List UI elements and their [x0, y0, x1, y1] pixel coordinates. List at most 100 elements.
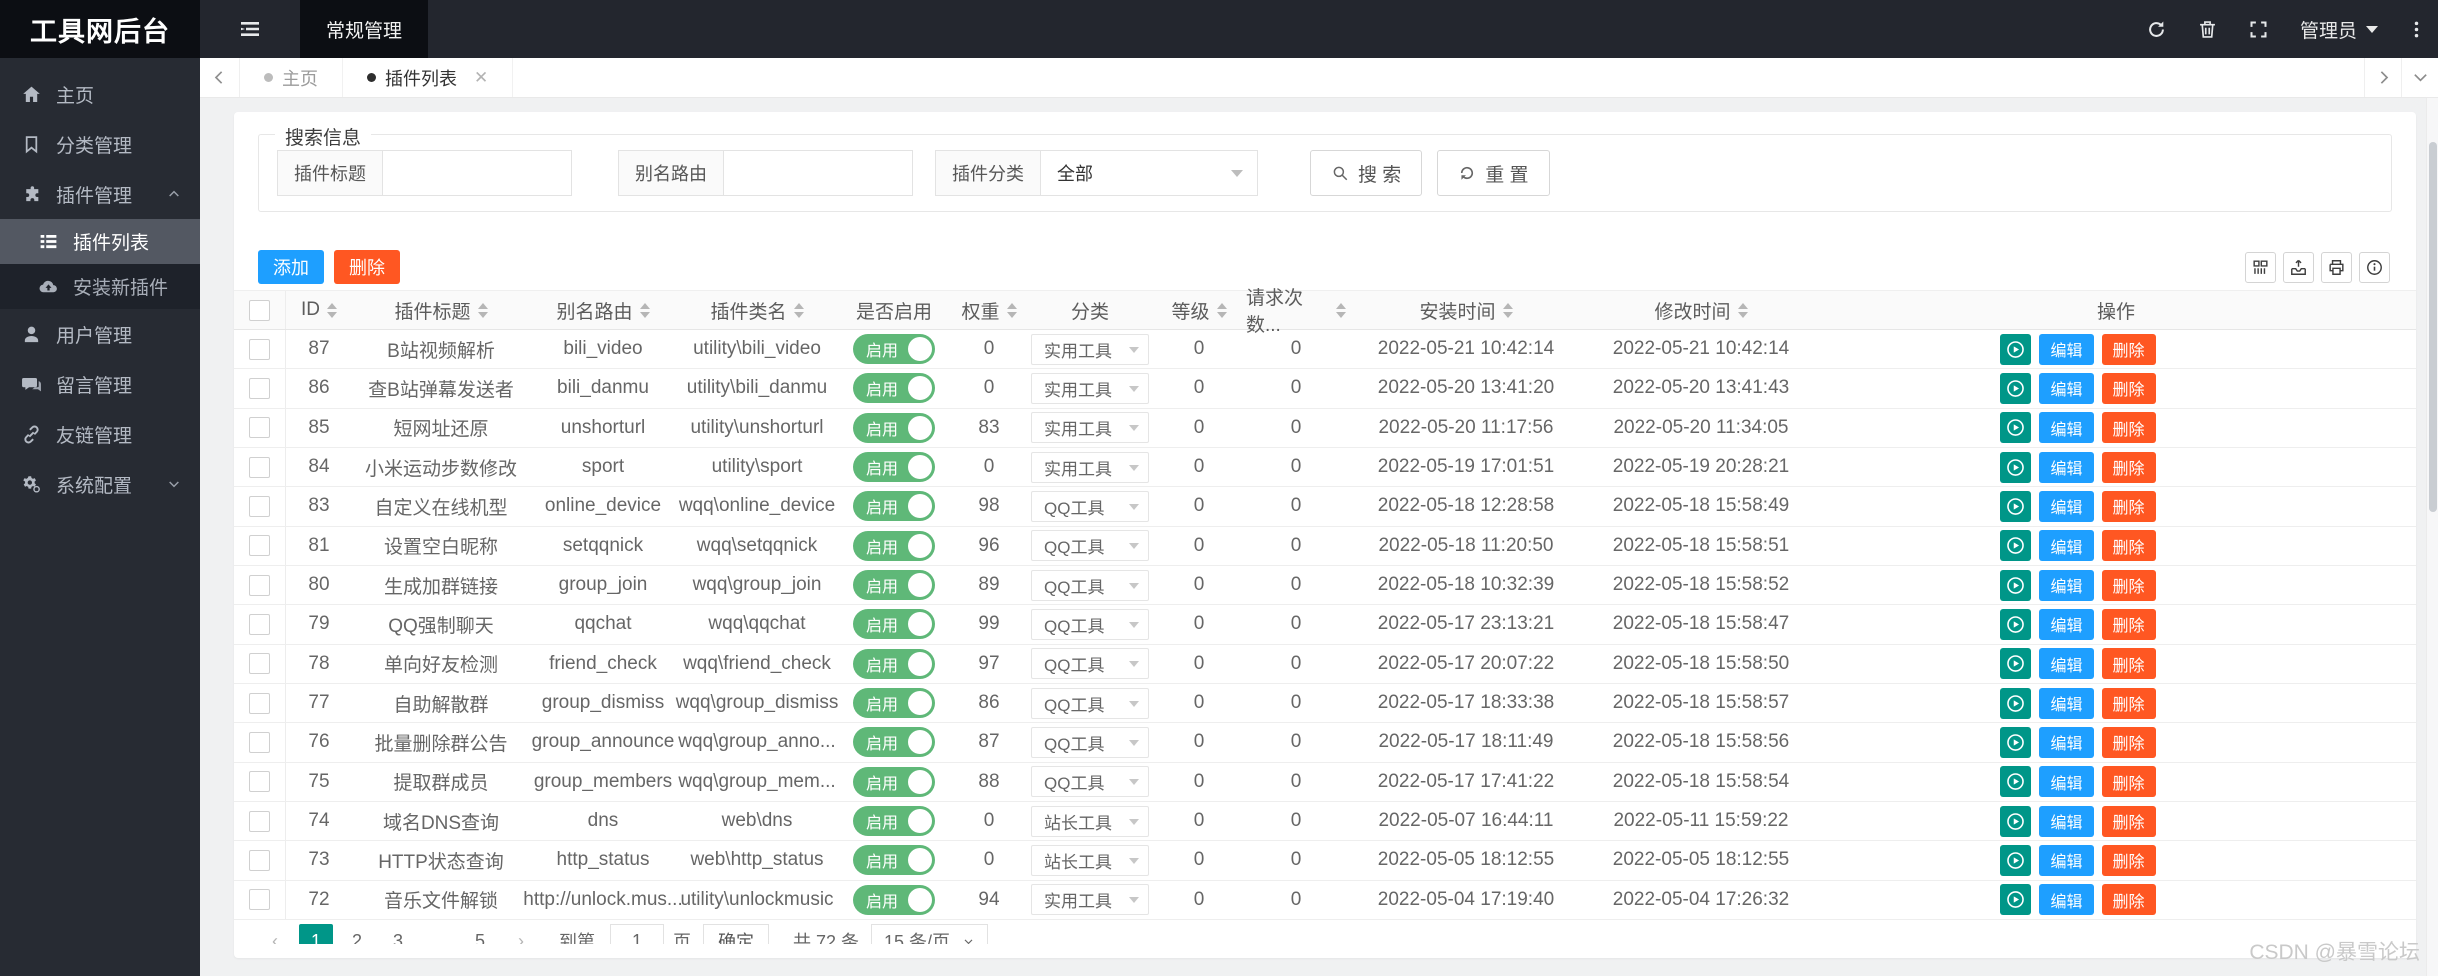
enable-toggle[interactable]: 启用 [853, 412, 935, 443]
delete-button[interactable]: 删除 [2101, 372, 2156, 404]
delete-selected-button[interactable]: 删除 [334, 250, 400, 284]
sidebar-item-friendlink[interactable]: 友链管理 [0, 409, 200, 459]
sidebar-collapse-button[interactable] [200, 0, 300, 58]
next-page-button[interactable]: › [504, 924, 538, 944]
edit-button[interactable]: 编辑 [2039, 490, 2094, 522]
run-plugin-button[interactable] [2000, 490, 2032, 522]
select-all-checkbox[interactable] [249, 299, 270, 321]
row-checkbox[interactable] [249, 535, 270, 557]
run-plugin-button[interactable] [2000, 530, 2032, 562]
sort-icon[interactable] [1336, 302, 1346, 318]
run-plugin-button[interactable] [2000, 333, 2032, 365]
info-button[interactable] [2359, 251, 2390, 283]
category-select[interactable]: 实用工具 [1031, 412, 1149, 444]
sidebar-item-plugin[interactable]: 插件管理 [0, 169, 200, 219]
row-checkbox[interactable] [249, 377, 270, 399]
category-select[interactable]: 实用工具 [1031, 333, 1149, 365]
row-checkbox[interactable] [249, 731, 270, 753]
edit-button[interactable]: 编辑 [2039, 412, 2094, 444]
category-select[interactable]: QQ工具 [1031, 726, 1149, 758]
filter-columns-button[interactable] [2245, 251, 2276, 283]
sort-icon[interactable] [1006, 302, 1017, 318]
enable-toggle[interactable]: 启用 [853, 530, 935, 561]
edit-button[interactable]: 编辑 [2039, 608, 2094, 640]
enable-toggle[interactable]: 启用 [853, 845, 935, 876]
run-plugin-button[interactable] [2000, 372, 2032, 404]
per-page-select[interactable]: 15 条/页 [871, 924, 989, 944]
edit-button[interactable]: 编辑 [2039, 530, 2094, 562]
category-select[interactable]: 实用工具 [1031, 884, 1149, 916]
column-header-weight[interactable]: 权重 [950, 291, 1028, 329]
page-5-button[interactable]: 5 [463, 924, 497, 944]
close-icon[interactable]: ✕ [474, 68, 488, 88]
delete-button[interactable]: 删除 [2101, 884, 2156, 916]
sidebar-item-system[interactable]: 系统配置 [0, 459, 200, 509]
run-plugin-button[interactable] [2000, 844, 2032, 876]
sidebar-item-plugin-install[interactable]: 安装新插件 [0, 264, 200, 309]
run-plugin-button[interactable] [2000, 805, 2032, 837]
sort-icon[interactable] [1502, 302, 1513, 318]
delete-button[interactable]: 删除 [2101, 412, 2156, 444]
enable-toggle[interactable]: 启用 [853, 727, 935, 758]
admin-dropdown[interactable]: 管理员 [2284, 0, 2394, 58]
delete-button[interactable]: 删除 [2101, 451, 2156, 483]
delete-button[interactable]: 删除 [2101, 608, 2156, 640]
enable-toggle[interactable]: 启用 [853, 806, 935, 837]
edit-button[interactable]: 编辑 [2039, 687, 2094, 719]
enable-toggle[interactable]: 启用 [853, 609, 935, 640]
row-checkbox[interactable] [249, 456, 270, 478]
run-plugin-button[interactable] [2000, 608, 2032, 640]
refresh-button[interactable] [2131, 0, 2182, 58]
enable-toggle[interactable]: 启用 [853, 373, 935, 404]
reset-button[interactable]: 重 置 [1437, 150, 1550, 196]
edit-button[interactable]: 编辑 [2039, 451, 2094, 483]
row-checkbox[interactable] [249, 495, 270, 517]
plugin-category-select[interactable]: 全部 [1040, 150, 1258, 196]
enable-toggle[interactable]: 启用 [853, 766, 935, 797]
page-scrollbar[interactable] [2426, 98, 2438, 976]
clear-cache-button[interactable] [2182, 0, 2233, 58]
enable-toggle[interactable]: 启用 [853, 570, 935, 601]
category-select[interactable]: QQ工具 [1031, 569, 1149, 601]
column-header-installed[interactable]: 安装时间 [1346, 291, 1586, 329]
row-checkbox[interactable] [249, 338, 270, 360]
print-button[interactable] [2321, 251, 2352, 283]
category-select[interactable]: QQ工具 [1031, 490, 1149, 522]
row-checkbox[interactable] [249, 574, 270, 596]
edit-button[interactable]: 编辑 [2039, 805, 2094, 837]
enable-toggle[interactable]: 启用 [853, 688, 935, 719]
run-plugin-button[interactable] [2000, 648, 2032, 680]
row-checkbox[interactable] [249, 653, 270, 675]
run-plugin-button[interactable] [2000, 726, 2032, 758]
run-plugin-button[interactable] [2000, 412, 2032, 444]
edit-button[interactable]: 编辑 [2039, 844, 2094, 876]
category-select[interactable]: 实用工具 [1031, 451, 1149, 483]
edit-button[interactable]: 编辑 [2039, 648, 2094, 680]
category-select[interactable]: 实用工具 [1031, 372, 1149, 404]
category-select[interactable]: 站长工具 [1031, 805, 1149, 837]
top-tab-general[interactable]: 常规管理 [300, 0, 429, 58]
column-header-requests[interactable]: 请求次数... [1246, 288, 1346, 336]
sort-icon[interactable] [1737, 302, 1748, 318]
sidebar-item-category[interactable]: 分类管理 [0, 119, 200, 169]
row-checkbox[interactable] [249, 810, 270, 832]
page-2-button[interactable]: 2 [340, 924, 374, 944]
edit-button[interactable]: 编辑 [2039, 333, 2094, 365]
row-checkbox[interactable] [249, 771, 270, 793]
enable-toggle[interactable]: 启用 [853, 491, 935, 522]
delete-button[interactable]: 删除 [2101, 805, 2156, 837]
category-select[interactable]: QQ工具 [1031, 608, 1149, 640]
export-button[interactable] [2283, 251, 2314, 283]
tabs-dropdown-button[interactable] [2401, 58, 2438, 97]
edit-button[interactable]: 编辑 [2039, 372, 2094, 404]
enable-toggle[interactable]: 启用 [853, 648, 935, 679]
sort-icon[interactable] [639, 302, 650, 318]
sort-icon[interactable] [327, 302, 337, 318]
tab-home[interactable]: 主页 [240, 58, 343, 97]
enable-toggle[interactable]: 启用 [853, 452, 935, 483]
sort-icon[interactable] [1216, 302, 1227, 318]
row-checkbox[interactable] [249, 613, 270, 635]
edit-button[interactable]: 编辑 [2039, 726, 2094, 758]
category-select[interactable]: QQ工具 [1031, 530, 1149, 562]
run-plugin-button[interactable] [2000, 569, 2032, 601]
